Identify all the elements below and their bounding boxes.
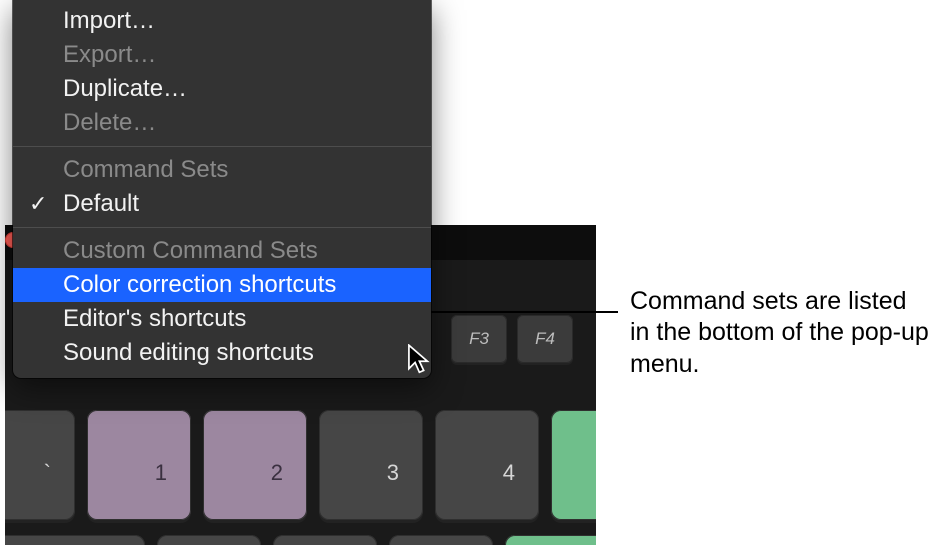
menu-item-color-correction-shortcuts[interactable]: Color correction shortcuts <box>13 268 431 302</box>
menu-item-label: Export… <box>63 41 156 69</box>
key-label: 4 <box>503 460 515 486</box>
key-backtick[interactable]: ` <box>5 410 75 520</box>
callout-leader-line <box>431 311 618 313</box>
menu-item-import[interactable]: Import… <box>13 4 431 38</box>
menu-item-default[interactable]: ✓ Default <box>13 187 431 221</box>
key-r-partial[interactable] <box>505 535 596 545</box>
menu-item-delete: Delete… <box>13 106 431 140</box>
key-label: 1 <box>155 460 167 486</box>
menu-header-label: Command Sets <box>63 156 228 184</box>
key-q-partial[interactable] <box>157 535 261 545</box>
key-2[interactable]: 2 <box>203 410 307 520</box>
menu-item-duplicate[interactable]: Duplicate… <box>13 72 431 106</box>
menu-item-label: Color correction shortcuts <box>63 271 336 299</box>
number-key-row: ` 1 2 3 4 <box>5 410 596 520</box>
key-label: 2 <box>271 460 283 486</box>
key-3[interactable]: 3 <box>319 410 423 520</box>
key-f4[interactable]: F4 <box>517 315 573 363</box>
key-4[interactable]: 4 <box>435 410 539 520</box>
key-label: ` <box>44 460 51 486</box>
callout-text: Command sets are listed in the bottom of… <box>630 286 930 380</box>
menu-separator <box>13 227 431 228</box>
menu-separator <box>13 146 431 147</box>
menu-item-label: Duplicate… <box>63 75 187 103</box>
menu-header-label: Custom Command Sets <box>63 237 318 265</box>
command-set-popup-menu: Import… Export… Duplicate… Delete… Comma… <box>13 0 431 378</box>
key-1[interactable]: 1 <box>87 410 191 520</box>
menu-item-label: Delete… <box>63 109 156 137</box>
menu-item-label: Import… <box>63 7 155 35</box>
qwerty-row-partial <box>5 535 596 545</box>
checkmark-icon: ✓ <box>29 191 47 217</box>
menu-item-export: Export… <box>13 38 431 72</box>
key-f3[interactable]: F3 <box>451 315 507 363</box>
menu-item-editors-shortcuts[interactable]: Editor's shortcuts <box>13 302 431 336</box>
key-e-partial[interactable] <box>389 535 493 545</box>
menu-item-label: Sound editing shortcuts <box>63 339 314 367</box>
key-label: 3 <box>387 460 399 486</box>
menu-item-label: Default <box>63 190 139 218</box>
menu-header-custom-command-sets: Custom Command Sets <box>13 234 431 268</box>
key-tab-partial[interactable] <box>5 535 145 545</box>
menu-header-command-sets: Command Sets <box>13 153 431 187</box>
menu-item-sound-editing-shortcuts[interactable]: Sound editing shortcuts <box>13 336 431 370</box>
menu-item-label: Editor's shortcuts <box>63 305 246 333</box>
key-5-partial[interactable] <box>551 410 596 520</box>
key-w-partial[interactable] <box>273 535 377 545</box>
